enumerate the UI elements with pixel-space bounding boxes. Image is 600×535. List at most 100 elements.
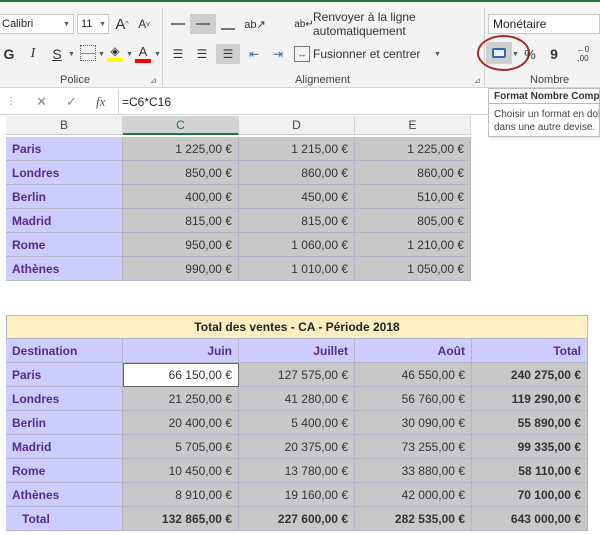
column-total-cell[interactable]: 282 535,00 € <box>355 507 472 531</box>
chevron-down-icon[interactable]: ▼ <box>154 51 161 58</box>
value-cell[interactable]: 990,00 € <box>123 257 239 281</box>
row-total-cell[interactable]: 99 335,00 € <box>472 435 588 459</box>
underline-button[interactable]: S <box>48 44 66 64</box>
city-cell[interactable]: Athènes <box>6 483 123 507</box>
row-total-cell[interactable]: 55 890,00 € <box>472 411 588 435</box>
value-cell[interactable]: 8 910,00 € <box>123 483 239 507</box>
font-size-select[interactable]: 11 ▼ <box>77 14 109 34</box>
value-cell[interactable]: 1 010,00 € <box>239 257 355 281</box>
row-total-cell[interactable]: 70 100,00 € <box>472 483 588 507</box>
row-total-cell[interactable]: 58 110,00 € <box>472 459 588 483</box>
borders-button[interactable] <box>80 45 96 61</box>
cancel-icon[interactable]: ✕ <box>36 94 47 110</box>
value-cell[interactable]: 400,00 € <box>123 185 239 209</box>
grow-font-button[interactable]: A ^ <box>113 14 131 34</box>
alignment-dialog-launcher-icon[interactable]: ⊿ <box>474 76 481 85</box>
number-format-select[interactable]: Monétaire <box>488 14 600 34</box>
city-cell[interactable]: Madrid <box>6 209 123 233</box>
header-aout[interactable]: Août <box>355 339 472 363</box>
value-cell[interactable]: 5 705,00 € <box>123 435 239 459</box>
column-total-cell[interactable]: 132 865,00 € <box>123 507 239 531</box>
value-cell[interactable]: 1 225,00 € <box>355 137 471 161</box>
value-cell[interactable]: 1 215,00 € <box>239 137 355 161</box>
value-cell[interactable]: 30 090,00 € <box>355 411 472 435</box>
align-right-button[interactable]: ☰ <box>216 44 240 64</box>
city-cell[interactable]: Rome <box>6 459 123 483</box>
value-cell[interactable]: 10 450,00 € <box>123 459 239 483</box>
column-total-cell[interactable]: 227 600,00 € <box>239 507 355 531</box>
city-cell[interactable]: Londres <box>6 161 123 185</box>
value-cell[interactable]: 42 000,00 € <box>355 483 472 507</box>
align-middle-button[interactable] <box>190 14 216 34</box>
increase-decimal-button[interactable]: ←0 ,00 <box>572 42 594 66</box>
value-cell[interactable]: 950,00 € <box>123 233 239 257</box>
italic-button[interactable]: I <box>24 44 42 64</box>
value-cell[interactable]: 815,00 € <box>239 209 355 233</box>
font-color-button[interactable]: A <box>134 42 152 64</box>
comma-style-button[interactable]: 9 <box>546 44 562 64</box>
align-center-button[interactable]: ☰ <box>192 44 212 64</box>
fill-color-button[interactable]: ◈ <box>106 42 124 64</box>
value-cell[interactable]: 860,00 € <box>239 161 355 185</box>
value-cell[interactable]: 20 375,00 € <box>239 435 355 459</box>
wrap-text-button[interactable]: Renvoyer à la ligne automatiquement <box>313 10 483 38</box>
value-cell[interactable]: 805,00 € <box>355 209 471 233</box>
header-total[interactable]: Total <box>472 339 588 363</box>
enter-icon[interactable]: ✓ <box>66 94 77 110</box>
chevron-down-icon[interactable]: ▼ <box>68 51 75 58</box>
font-name-select[interactable]: Calibri ▼ <box>0 14 74 34</box>
percent-button[interactable]: % <box>522 44 538 64</box>
value-cell[interactable]: 1 210,00 € <box>355 233 471 257</box>
city-cell[interactable]: Madrid <box>6 435 123 459</box>
increase-indent-button[interactable]: ⇥ <box>268 44 288 64</box>
shrink-font-button[interactable]: Av <box>135 14 153 34</box>
column-header-e[interactable]: E <box>355 116 471 135</box>
city-cell[interactable]: Athènes <box>6 257 123 281</box>
value-cell[interactable]: 20 400,00 € <box>123 411 239 435</box>
value-cell[interactable]: 127 575,00 € <box>239 363 355 387</box>
align-bottom-button[interactable] <box>218 14 238 34</box>
value-cell[interactable]: 13 780,00 € <box>239 459 355 483</box>
merge-center-button[interactable]: Fusionner et centrer <box>313 44 433 64</box>
function-icon[interactable]: fx <box>96 94 105 110</box>
value-cell[interactable]: 815,00 € <box>123 209 239 233</box>
city-cell[interactable]: Berlin <box>6 411 123 435</box>
value-cell[interactable]: 850,00 € <box>123 161 239 185</box>
value-cell[interactable]: 1 050,00 € <box>355 257 471 281</box>
value-cell[interactable]: 21 250,00 € <box>123 387 239 411</box>
city-cell[interactable]: Londres <box>6 387 123 411</box>
value-cell[interactable]: 860,00 € <box>355 161 471 185</box>
city-cell[interactable]: Rome <box>6 233 123 257</box>
column-header-c[interactable]: C <box>123 116 239 135</box>
value-cell[interactable]: 510,00 € <box>355 185 471 209</box>
font-dialog-launcher-icon[interactable]: ⊿ <box>150 76 157 85</box>
value-cell[interactable]: 33 880,00 € <box>355 459 472 483</box>
decrease-indent-button[interactable]: ⇤ <box>244 44 264 64</box>
align-left-button[interactable]: ☰ <box>168 44 188 64</box>
value-cell[interactable]: 5 400,00 € <box>239 411 355 435</box>
value-cell[interactable]: 46 550,00 € <box>355 363 472 387</box>
column-header-b[interactable]: B <box>6 116 123 135</box>
city-cell[interactable]: Paris <box>6 363 123 387</box>
grand-total-cell[interactable]: 643 000,00 € <box>472 507 588 531</box>
sales-table-title[interactable]: Total des ventes - CA - Période 2018 <box>6 315 588 339</box>
value-cell[interactable]: 1 060,00 € <box>239 233 355 257</box>
selected-cell[interactable]: 66 150,00 € <box>123 363 239 387</box>
total-label-cell[interactable]: Total <box>6 507 123 531</box>
value-cell[interactable]: 19 160,00 € <box>239 483 355 507</box>
align-top-button[interactable] <box>168 14 188 34</box>
formula-input[interactable]: =C6*C16 <box>122 95 171 109</box>
header-destination[interactable]: Destination <box>6 339 123 363</box>
value-cell[interactable]: 41 280,00 € <box>239 387 355 411</box>
chevron-down-icon[interactable]: ▼ <box>98 51 105 58</box>
header-juillet[interactable]: Juillet <box>239 339 355 363</box>
row-total-cell[interactable]: 119 290,00 € <box>472 387 588 411</box>
value-cell[interactable]: 450,00 € <box>239 185 355 209</box>
orientation-button[interactable]: ab↗ <box>244 14 266 34</box>
chevron-down-icon[interactable]: ▼ <box>434 51 441 58</box>
value-cell[interactable]: 56 760,00 € <box>355 387 472 411</box>
bold-button[interactable]: G <box>0 44 18 64</box>
chevron-down-icon[interactable]: ▼ <box>126 51 133 58</box>
header-juin[interactable]: Juin <box>123 339 239 363</box>
city-cell[interactable]: Berlin <box>6 185 123 209</box>
